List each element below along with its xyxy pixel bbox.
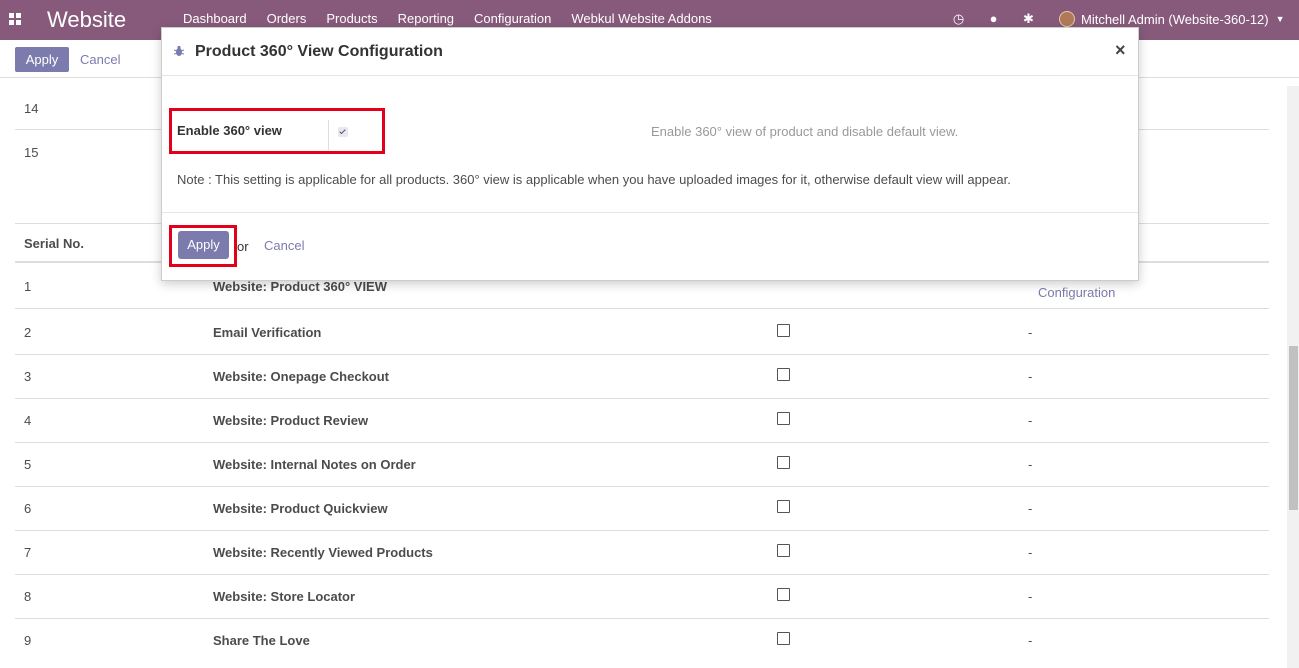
enable-360-checkbox[interactable] [338,127,348,137]
action-cell: - [1028,457,1033,472]
dialog-note: Note : This setting is applicable for al… [177,172,1011,187]
installed-checkbox[interactable] [777,500,790,513]
menu-item-webkul-addons[interactable]: Webkul Website Addons [561,11,721,26]
config-dialog: Product 360° View Configuration × Enable… [161,27,1139,281]
main-menu: Dashboard Orders Products Reporting Conf… [173,11,722,26]
name-cell: Website: Product 360° VIEW [213,279,387,294]
serial-cell: 14 [24,101,39,116]
dialog-title: Product 360° View Configuration [195,43,443,60]
action-cell: - [1028,633,1033,648]
clock-icon[interactable]: ◷ [950,11,967,27]
avatar [1059,11,1075,27]
enable-360-label: Enable 360° view [177,123,282,138]
serial-cell: 15 [24,145,39,160]
chat-icon[interactable]: ● [985,11,1002,27]
menu-item-products[interactable]: Products [316,11,387,26]
table-row: 3 Website: Onepage Checkout - [15,355,1269,399]
caret-down-icon: ▼ [1275,14,1285,24]
bug-icon[interactable]: ✱ [1020,11,1037,27]
name-cell: Website: Recently Viewed Products [213,545,433,560]
installed-checkbox[interactable] [777,632,790,645]
action-cell: - [1028,501,1033,516]
dialog-footer [162,212,1138,280]
user-name: Mitchell Admin (Website-360-12) [1081,11,1269,27]
name-cell: Website: Product Quickview [213,501,388,516]
cancel-button[interactable]: Cancel [264,238,304,253]
name-cell: Share The Love [213,633,310,648]
user-menu[interactable]: Mitchell Admin (Website-360-12) ▼ [1059,11,1285,27]
column-header-serial: Serial No. [24,236,84,251]
table-row: 5 Website: Internal Notes on Order - [15,443,1269,487]
installed-checkbox[interactable] [777,544,790,557]
serial-cell: 2 [24,325,32,340]
apps-grid-icon[interactable] [9,13,21,25]
serial-cell: 8 [24,589,32,604]
or-text: or [237,239,249,254]
name-cell: Email Verification [213,325,322,340]
app-brand[interactable]: Website [47,7,126,33]
table-row: 4 Website: Product Review - [15,399,1269,443]
name-cell: Website: Product Review [213,413,369,428]
action-cell: - [1028,545,1033,560]
bug-icon [174,45,184,56]
table-row: 7 Website: Recently Viewed Products - [15,531,1269,575]
serial-cell: 6 [24,501,32,516]
menu-item-dashboard[interactable]: Dashboard [173,11,257,26]
cancel-button-bg[interactable]: Cancel [80,52,120,67]
serial-cell: 3 [24,369,32,384]
apply-button-bg[interactable]: Apply [15,47,69,72]
table-row: 2 Email Verification - [15,311,1269,355]
action-cell: - [1028,413,1033,428]
serial-cell: 1 [24,279,32,294]
installed-checkbox[interactable] [777,412,790,425]
field-help-text: Enable 360° view of product and disable … [651,124,959,139]
installed-checkbox[interactable] [777,456,790,469]
dialog-header: Product 360° View Configuration × [162,28,1138,76]
serial-cell: 7 [24,545,32,560]
field-divider [328,120,329,150]
menu-item-configuration[interactable]: Configuration [464,11,561,26]
menu-item-reporting[interactable]: Reporting [388,11,464,26]
name-cell: Website: Onepage Checkout [213,369,390,384]
configuration-link[interactable]: Configuration [1038,285,1115,300]
table-row: 8 Website: Store Locator - [15,575,1269,619]
systray: ◷ ● ✱ [950,11,1055,27]
installed-checkbox[interactable] [777,588,790,601]
installed-checkbox[interactable] [777,324,790,337]
close-icon[interactable]: × [1115,40,1126,61]
menu-item-orders[interactable]: Orders [257,11,317,26]
table-row: 9 Share The Love - [15,619,1269,663]
serial-cell: 4 [24,413,32,428]
scrollbar-thumb[interactable] [1289,346,1298,510]
name-cell: Website: Store Locator [213,589,356,604]
name-cell: Website: Internal Notes on Order [213,457,416,472]
action-cell: - [1028,369,1033,384]
installed-checkbox[interactable] [777,368,790,381]
action-cell: - [1028,325,1033,340]
serial-cell: 5 [24,457,32,472]
table-row: 6 Website: Product Quickview - [15,487,1269,531]
serial-cell: 9 [24,633,32,648]
apply-button[interactable]: Apply [178,231,229,259]
action-cell: - [1028,589,1033,604]
